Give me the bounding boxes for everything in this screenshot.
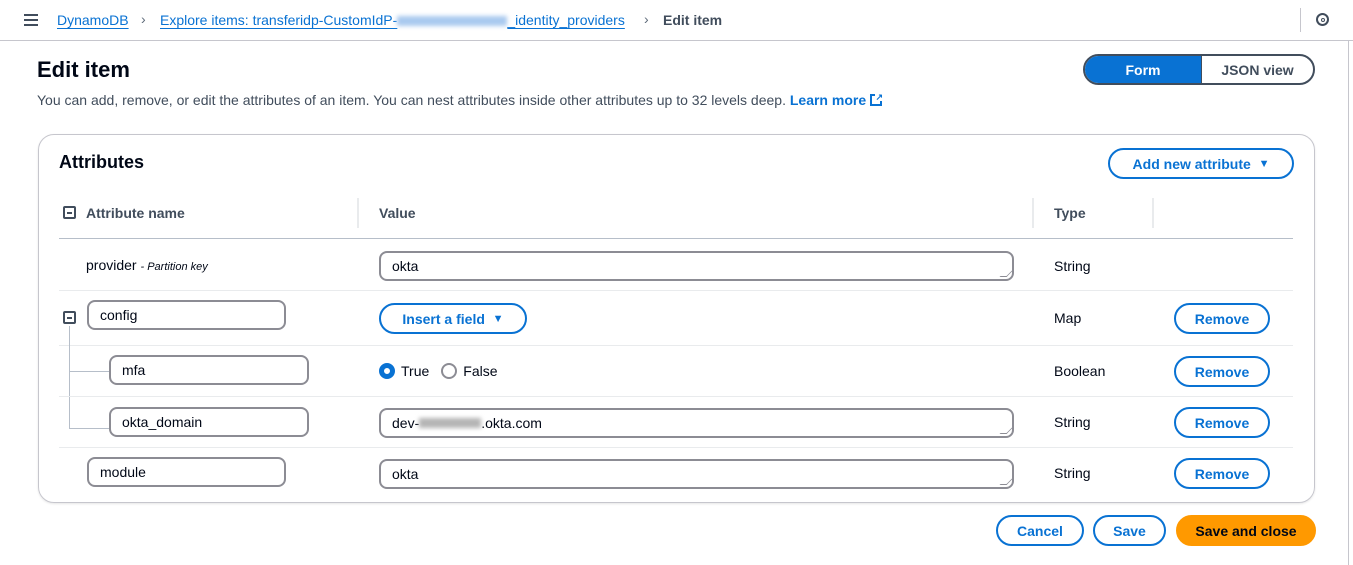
value-input-provider[interactable]: okta bbox=[379, 251, 1014, 281]
tree-line bbox=[69, 371, 109, 372]
settings-icon[interactable] bbox=[1316, 13, 1329, 26]
view-toggle: Form JSON view bbox=[1083, 54, 1315, 85]
resize-handle[interactable] bbox=[999, 270, 1014, 277]
divider bbox=[1300, 8, 1301, 32]
remove-button-okta-domain[interactable]: Remove bbox=[1174, 407, 1270, 438]
type-module: String bbox=[1054, 465, 1091, 481]
breadcrumb-dynamodb[interactable]: DynamoDB bbox=[57, 12, 129, 28]
chevron-right-icon: › bbox=[141, 11, 146, 27]
breadcrumb-explore-items[interactable]: Explore items: transferidp-CustomIdP- _id… bbox=[160, 12, 625, 28]
insert-field-button[interactable]: Insert a field ▼ bbox=[379, 303, 527, 334]
attributes-heading: Attributes bbox=[59, 152, 144, 172]
redacted-text bbox=[397, 16, 508, 27]
radio-false-label: False bbox=[463, 363, 498, 379]
attribute-name-input-okta-domain[interactable]: okta_domain bbox=[109, 407, 309, 437]
panel-border bbox=[1348, 41, 1349, 565]
redacted-text bbox=[419, 418, 482, 428]
input-value: okta bbox=[392, 258, 419, 274]
attribute-name-input-module[interactable]: module bbox=[87, 457, 286, 487]
caret-down-icon: ▼ bbox=[492, 312, 504, 325]
page-title: Edit item bbox=[37, 57, 130, 82]
type-okta-domain: String bbox=[1054, 414, 1091, 430]
breadcrumb-label: _identity_providers bbox=[507, 12, 625, 28]
chevron-right-icon: › bbox=[644, 11, 649, 27]
attribute-name-input-mfa[interactable]: mfa bbox=[109, 355, 309, 385]
attribute-name-provider: provider - Partition key bbox=[86, 257, 208, 273]
caret-down-icon: ▼ bbox=[1258, 157, 1270, 170]
input-value: okta bbox=[392, 466, 419, 482]
menu-icon[interactable] bbox=[24, 14, 38, 26]
breadcrumb-current: Edit item bbox=[663, 12, 723, 28]
radio-false[interactable] bbox=[441, 363, 458, 379]
attribute-name-input-config[interactable]: config bbox=[87, 300, 286, 330]
column-divider[interactable] bbox=[357, 198, 359, 228]
input-value: .okta.com bbox=[481, 415, 542, 431]
remove-button-mfa[interactable]: Remove bbox=[1174, 356, 1270, 387]
collapse-all-icon[interactable] bbox=[63, 206, 76, 219]
radio-true-label: True bbox=[401, 363, 430, 379]
tree-line bbox=[69, 428, 109, 429]
value-input-okta-domain[interactable]: dev- .okta.com bbox=[379, 408, 1014, 438]
save-button[interactable]: Save bbox=[1093, 515, 1166, 546]
type-mfa: Boolean bbox=[1054, 363, 1106, 379]
page-description: You can add, remove, or edit the attribu… bbox=[37, 92, 883, 108]
button-label: Add new attribute bbox=[1132, 155, 1251, 172]
tree-line bbox=[69, 326, 70, 429]
form-view-button[interactable]: Form bbox=[1085, 56, 1201, 83]
type-config: Map bbox=[1054, 310, 1082, 326]
learn-more-label: Learn more bbox=[789, 92, 867, 108]
top-navigation: DynamoDB › Explore items: transferidp-Cu… bbox=[0, 0, 1353, 41]
breadcrumb-label: Explore items: transferidp-CustomIdP- bbox=[160, 12, 398, 28]
learn-more-link[interactable]: Learn more ↗ bbox=[789, 92, 883, 108]
json-view-button[interactable]: JSON view bbox=[1201, 56, 1313, 83]
boolean-radio-group: True False bbox=[379, 363, 498, 379]
type-provider: String bbox=[1054, 258, 1091, 274]
resize-handle[interactable] bbox=[999, 478, 1014, 485]
value-input-module[interactable]: okta bbox=[379, 459, 1014, 489]
column-header-type: Type bbox=[1054, 205, 1086, 221]
remove-button-module[interactable]: Remove bbox=[1174, 458, 1270, 489]
radio-true[interactable] bbox=[379, 363, 395, 379]
column-divider[interactable] bbox=[1152, 198, 1154, 228]
collapse-map-icon[interactable] bbox=[63, 311, 76, 324]
resize-handle[interactable] bbox=[999, 427, 1014, 434]
column-header-attribute-name: Attribute name bbox=[86, 205, 185, 221]
remove-button-config[interactable]: Remove bbox=[1174, 303, 1270, 334]
name-text: provider bbox=[86, 257, 137, 273]
add-new-attribute-button[interactable]: Add new attribute ▼ bbox=[1108, 148, 1294, 179]
cancel-button[interactable]: Cancel bbox=[996, 515, 1084, 546]
column-header-value: Value bbox=[379, 205, 416, 221]
save-and-close-button[interactable]: Save and close bbox=[1176, 515, 1316, 546]
description-text: You can add, remove, or edit the attribu… bbox=[37, 92, 786, 108]
input-value: dev- bbox=[392, 415, 420, 431]
external-link-icon: ↗ bbox=[870, 93, 883, 106]
button-label: Insert a field bbox=[402, 310, 485, 327]
partition-key-note: - Partition key bbox=[140, 261, 208, 273]
column-divider[interactable] bbox=[1032, 198, 1034, 228]
